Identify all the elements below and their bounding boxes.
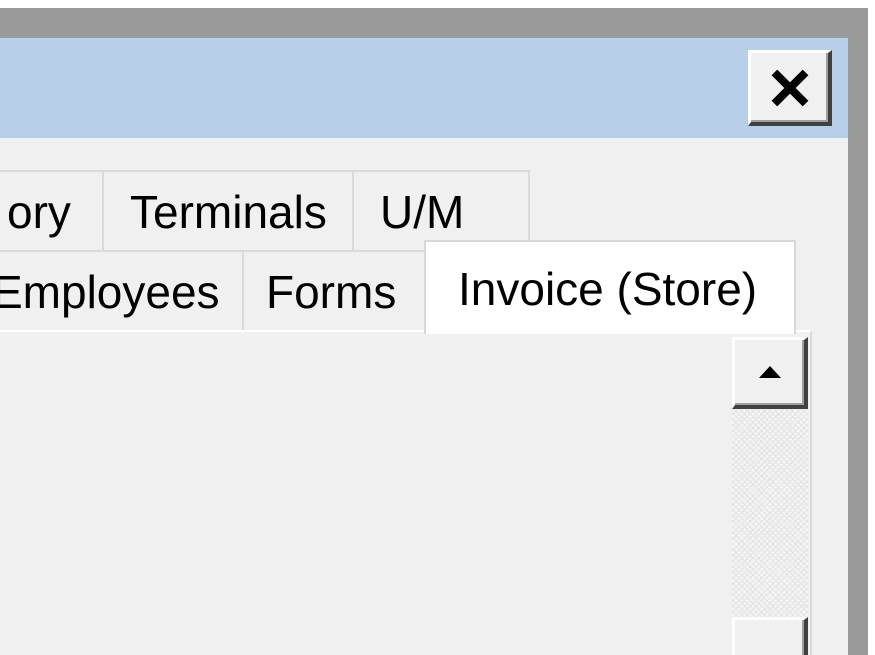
close-button[interactable] xyxy=(748,50,832,126)
tab-terminals[interactable]: Terminals xyxy=(102,170,354,252)
scroll-up-button[interactable] xyxy=(732,337,808,409)
tab-label: Employees xyxy=(0,266,220,318)
tab-page xyxy=(0,330,812,655)
close-icon xyxy=(770,68,810,108)
tab-history[interactable]: ory xyxy=(0,170,104,252)
tab-label: ory xyxy=(7,186,71,238)
arrow-up-icon xyxy=(759,366,781,378)
scroll-thumb[interactable] xyxy=(732,617,808,655)
screen: ory Terminals U/M Employees Forms Invoic… xyxy=(0,0,875,655)
tab-label: U/M xyxy=(380,186,465,238)
tab-label: Invoice (Store) xyxy=(458,263,758,315)
title-bar[interactable] xyxy=(0,38,848,138)
tab-label: Forms xyxy=(266,266,397,318)
tab-label: Terminals xyxy=(130,186,327,238)
tab-invoice-store[interactable]: Invoice (Store) xyxy=(424,240,796,334)
scroll-track[interactable] xyxy=(732,407,808,617)
vertical-scrollbar[interactable] xyxy=(732,337,808,655)
tab-forms[interactable]: Forms xyxy=(242,250,428,332)
tab-employees[interactable]: Employees xyxy=(0,250,244,332)
